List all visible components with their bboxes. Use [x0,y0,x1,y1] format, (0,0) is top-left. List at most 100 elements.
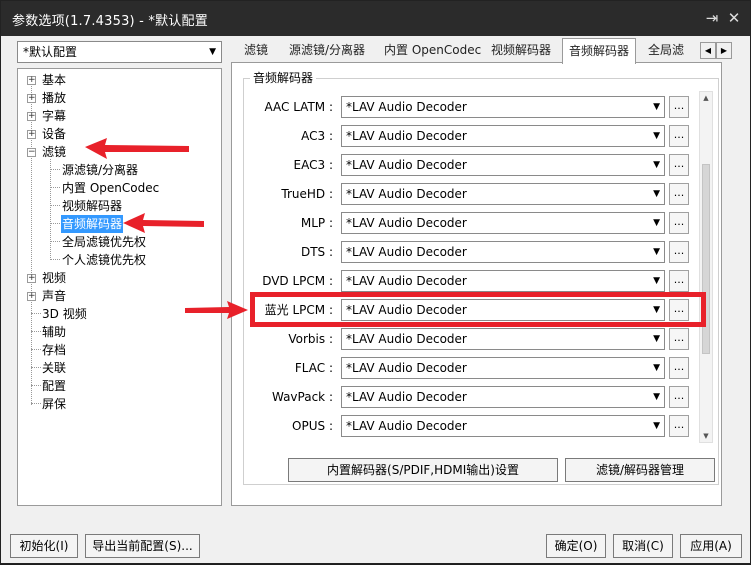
decoder-select[interactable]: *LAV Audio Decoder ▼ [341,96,665,118]
tree-item-global-filter-priority[interactable]: 全局滤镜优先权 [62,233,146,251]
tab-scroll-right-icon[interactable]: ▶ [716,42,732,59]
tab-video-decoders[interactable]: 视频解码器 [485,41,557,61]
decoder-value: *LAV Audio Decoder [346,129,467,143]
pin-icon[interactable]: ⇥ [701,7,723,29]
decoder-label: AC3 : [301,129,333,143]
decoder-value: *LAV Audio Decoder [346,274,467,288]
tree-item-filters[interactable]: 滤镜 [42,143,66,161]
chevron-down-icon: ▼ [653,276,660,286]
decoder-select[interactable]: *LAV Audio Decoder ▼ [341,328,665,350]
tree-item-audio-decoders[interactable]: 音频解码器 [61,215,124,233]
decoder-select[interactable]: *LAV Audio Decoder ▼ [341,386,665,408]
ok-button[interactable]: 确定(O) [546,534,606,558]
tree-item-audio[interactable]: 声音 [42,287,66,305]
decoder-settings-button[interactable]: ... [669,96,689,118]
decoder-settings-button[interactable]: ... [669,357,689,379]
decoder-label: TrueHD : [281,187,333,201]
tree-item-video-decoders[interactable]: 视频解码器 [62,197,122,215]
tab-opencodec[interactable]: 内置 OpenCodec [378,41,487,61]
decoder-select[interactable]: *LAV Audio Decoder ▼ [341,241,665,263]
tree-item-devices[interactable]: 设备 [42,125,66,143]
init-button[interactable]: 初始化(I) [10,534,78,558]
title-bar: 参数选项(1.7.4353) - *默认配置 ⇥ ✕ [1,1,750,36]
tree-item-association[interactable]: 关联 [42,359,66,377]
decoder-label: FLAC : [294,361,333,375]
decoder-value: *LAV Audio Decoder [346,419,467,433]
decoder-settings-button[interactable]: ... [669,328,689,350]
expand-icon[interactable]: + [27,292,36,301]
decoder-list-scrollbar[interactable]: ▲ ▼ [699,91,713,443]
decoder-value: *LAV Audio Decoder [346,216,467,230]
tab-audio-decoders[interactable]: 音频解码器 [562,38,637,64]
filter-manager-button[interactable]: 滤镜/解码器管理 [565,458,715,482]
apply-button[interactable]: 应用(A) [680,534,742,558]
chevron-down-icon: ▼ [653,131,660,141]
decoder-label: WavPack : [271,390,333,404]
chevron-down-icon: ▼ [653,247,660,257]
scroll-down-icon[interactable]: ▼ [701,430,711,442]
collapse-icon[interactable]: − [27,148,36,157]
decoder-select[interactable]: *LAV Audio Decoder ▼ [341,183,665,205]
tab-filters[interactable]: 滤镜 [238,41,274,61]
decoder-select[interactable]: *LAV Audio Decoder ▼ [341,154,665,176]
tree-item-archive[interactable]: 存档 [42,341,66,359]
decoder-settings-button[interactable]: ... [669,241,689,263]
decoder-select[interactable]: *LAV Audio Decoder ▼ [341,125,665,147]
tree-item-subtitles[interactable]: 字幕 [42,107,66,125]
decoder-select[interactable]: *LAV Audio Decoder ▼ [341,270,665,292]
cancel-button[interactable]: 取消(C) [613,534,673,558]
tab-scroll-left-icon[interactable]: ◀ [700,42,716,59]
expand-icon[interactable]: + [27,274,36,283]
decoder-settings-button[interactable]: ... [669,415,689,437]
scroll-up-icon[interactable]: ▲ [701,92,711,104]
tab-source-filters[interactable]: 源滤镜/分离器 [283,41,371,61]
decoder-select[interactable]: *LAV Audio Decoder ▼ [341,212,665,234]
decoder-label: DTS : [300,245,333,259]
chevron-down-icon: ▼ [209,47,216,57]
decoder-select[interactable]: *LAV Audio Decoder ▼ [341,415,665,437]
tree-item-3d-video[interactable]: 3D 视频 [42,305,87,323]
profile-select[interactable]: *默认配置 ▼ [17,41,222,63]
chevron-down-icon: ▼ [653,218,660,228]
decoder-label: MLP : [300,216,333,230]
group-title: 音频解码器 [250,69,317,86]
decoder-value: *LAV Audio Decoder [346,390,467,404]
decoder-select[interactable]: *LAV Audio Decoder ▼ [341,357,665,379]
decoder-settings-button[interactable]: ... [669,125,689,147]
profile-selected: *默认配置 [23,45,78,59]
expand-icon[interactable]: + [27,112,36,121]
decoder-settings-button[interactable]: ... [669,212,689,234]
decoder-value: *LAV Audio Decoder [346,100,467,114]
decoder-label: OPUS : [292,419,333,433]
decoder-label: DVD LPCM : [262,274,333,288]
chevron-down-icon: ▼ [653,392,660,402]
builtin-decoder-settings-button[interactable]: 内置解码器(S/PDIF,HDMI输出)设置 [288,458,558,482]
decoder-label: EAC3 : [293,158,333,172]
decoder-label: AAC LATM : [264,100,333,114]
expand-icon[interactable]: + [27,130,36,139]
decoder-settings-button[interactable]: ... [669,183,689,205]
tree-item-assist[interactable]: 辅助 [42,323,66,341]
tab-global-filters[interactable]: 全局滤镜 [642,41,700,61]
tree-item-basic[interactable]: 基本 [42,71,66,89]
tree-item-video[interactable]: 视频 [42,269,66,287]
chevron-down-icon: ▼ [653,363,660,373]
decoder-settings-button[interactable]: ... [669,154,689,176]
tree-item-source-filters[interactable]: 源滤镜/分离器 [62,161,138,179]
chevron-down-icon: ▼ [653,334,660,344]
expand-icon[interactable]: + [27,94,36,103]
close-icon[interactable]: ✕ [723,7,745,29]
chevron-down-icon: ▼ [653,102,660,112]
export-config-button[interactable]: 导出当前配置(S)... [85,534,200,558]
decoder-settings-button[interactable]: ... [669,270,689,292]
tree-item-screensaver[interactable]: 屏保 [42,395,66,413]
chevron-down-icon: ▼ [653,189,660,199]
tree-item-config[interactable]: 配置 [42,377,66,395]
decoder-settings-button[interactable]: ... [669,386,689,408]
expand-icon[interactable]: + [27,76,36,85]
tree-item-playback[interactable]: 播放 [42,89,66,107]
tree-item-personal-filter-priority[interactable]: 个人滤镜优先权 [62,251,146,269]
decoder-value: *LAV Audio Decoder [346,332,467,346]
decoder-value: *LAV Audio Decoder [346,158,467,172]
tree-item-opencodec[interactable]: 内置 OpenCodec [62,179,159,197]
